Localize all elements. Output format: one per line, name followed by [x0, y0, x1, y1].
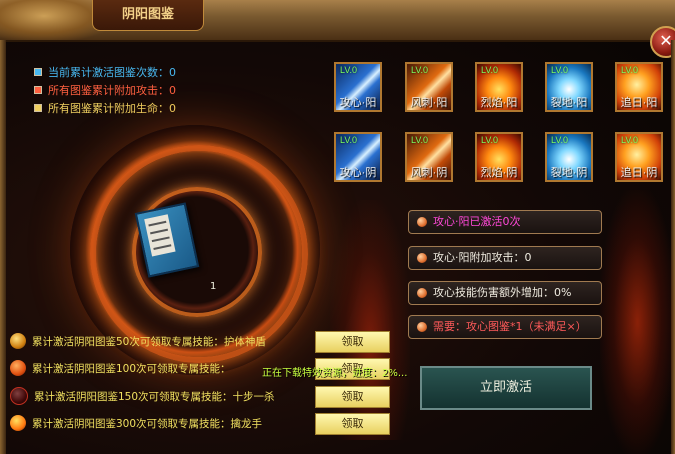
orb-icon	[417, 217, 427, 227]
skill-level: LV.0	[481, 135, 499, 145]
skill-name: 烈焰·阴	[480, 167, 518, 179]
reward-row-50: 累计激活阴阳图鉴50次可领取专属技能：护体神盾	[10, 330, 266, 352]
reward-text: 累计激活阴阳图鉴100次可领取专属技能：	[32, 362, 231, 375]
skill-lieyan-yin[interactable]: LV.0 烈焰·阴	[475, 132, 523, 182]
info-text: 攻心·阳已激活0次	[433, 215, 521, 228]
info-text: 攻心技能伤害额外增加：0%	[433, 286, 572, 299]
book-label	[144, 214, 176, 257]
book-count: 1	[210, 281, 217, 292]
skill-lieyan-yang[interactable]: LV.0 烈焰·阳	[475, 62, 523, 112]
stat-activation-count: 当前累计激活图鉴次数：0	[34, 63, 176, 81]
reward-row-150: 累计激活阴阳图鉴150次可领取专属技能：十步一杀	[10, 385, 275, 407]
skill-level: LV.0	[411, 135, 429, 145]
dragon-claw-icon	[10, 415, 26, 431]
stats-list: 当前累计激活图鉴次数：0 所有图鉴累计附加攻击：0 所有图鉴累计附加生命：0	[34, 63, 176, 117]
reward-text: 累计激活阴阳图鉴50次可领取专属技能：护体神盾	[32, 335, 266, 348]
info-damage-bonus: 攻心技能伤害额外增加：0%	[408, 281, 602, 305]
skill-name: 追日·阳	[620, 97, 658, 109]
skill-gongxin-yin[interactable]: LV.0 攻心·阴	[334, 132, 382, 182]
claim-button[interactable]: 领取	[315, 331, 390, 353]
skill-name: 裂地·阴	[550, 167, 588, 179]
skill-gongxin-yang[interactable]: LV.0 攻心·阳	[334, 62, 382, 112]
skill-level: LV.0	[551, 135, 569, 145]
info-requirement: 需要：攻心图鉴*1（未满足×）	[408, 315, 602, 339]
bullet-icon	[34, 68, 42, 76]
skill-name: 攻心·阳	[339, 97, 377, 109]
orb-icon	[417, 253, 427, 263]
skill-liedi-yang[interactable]: LV.0 裂地·阳	[545, 62, 593, 112]
skill-level: LV.0	[621, 65, 639, 75]
skill-zhuiri-yin[interactable]: LV.0 追日·阴	[615, 132, 663, 182]
flame-decoration	[600, 190, 675, 454]
shield-icon	[10, 333, 26, 349]
flame-orb-icon	[10, 360, 26, 376]
info-attack-bonus: 攻心·阳附加攻击：0	[408, 246, 602, 270]
skill-name: 裂地·阳	[550, 97, 588, 109]
bullet-icon	[34, 104, 42, 112]
activate-button[interactable]: 立即激活	[420, 366, 592, 410]
bullet-icon	[34, 86, 42, 94]
skill-zhuiri-yang[interactable]: LV.0 追日·阳	[615, 62, 663, 112]
orb-icon	[417, 288, 427, 298]
reward-row-300: 累计激活阴阳图鉴300次可领取专属技能：擒龙手	[10, 412, 262, 434]
window-title: 阴阳图鉴	[92, 0, 204, 31]
stat-attack-bonus: 所有图鉴累计附加攻击：0	[34, 81, 176, 99]
claim-button[interactable]: 领取	[315, 386, 390, 408]
skill-liedi-yin[interactable]: LV.0 裂地·阴	[545, 132, 593, 182]
skull-icon	[10, 387, 28, 405]
skill-name: 追日·阴	[620, 167, 658, 179]
skill-fengci-yin[interactable]: LV.0 风刺·阴	[405, 132, 453, 182]
reward-text: 累计激活阴阳图鉴300次可领取专属技能：擒龙手	[32, 417, 263, 430]
skill-name: 风刺·阳	[410, 97, 448, 109]
skill-level: LV.0	[621, 135, 639, 145]
orb-icon	[417, 322, 427, 332]
skill-name: 烈焰·阳	[480, 97, 518, 109]
stat-text: 所有图鉴累计附加攻击：0	[48, 84, 176, 97]
skill-level: LV.0	[340, 65, 358, 75]
skill-level: LV.0	[481, 65, 499, 75]
info-activated-count: 攻心·阳已激活0次	[408, 210, 602, 234]
info-text: 需要：攻心图鉴*1（未满足×）	[433, 320, 587, 333]
skill-level: LV.0	[340, 135, 358, 145]
skill-fengci-yang[interactable]: LV.0 风刺·阳	[405, 62, 453, 112]
reward-text: 累计激活阴阳图鉴150次可领取专属技能：十步一杀	[34, 390, 275, 403]
info-text: 攻心·阳附加攻击：0	[433, 251, 532, 264]
yinyang-codex-window: 阴阳图鉴 ✕ 当前累计激活图鉴次数：0 所有图鉴累计附加攻击：0 所有图鉴累计附…	[0, 0, 675, 454]
skill-level: LV.0	[551, 65, 569, 75]
skill-level: LV.0	[411, 65, 429, 75]
stat-text: 当前累计激活图鉴次数：0	[48, 66, 176, 79]
left-frame-edge	[0, 40, 6, 454]
stat-life-bonus: 所有图鉴累计附加生命：0	[34, 99, 176, 117]
skill-name: 攻心·阴	[339, 167, 377, 179]
loading-status: 正在下载特效资源，进度：2%...	[262, 368, 408, 379]
reward-row-100: 累计激活阴阳图鉴100次可领取专属技能：	[10, 357, 231, 379]
skill-name: 风刺·阴	[410, 167, 448, 179]
claim-button[interactable]: 领取	[315, 413, 390, 435]
stat-text: 所有图鉴累计附加生命：0	[48, 102, 176, 115]
